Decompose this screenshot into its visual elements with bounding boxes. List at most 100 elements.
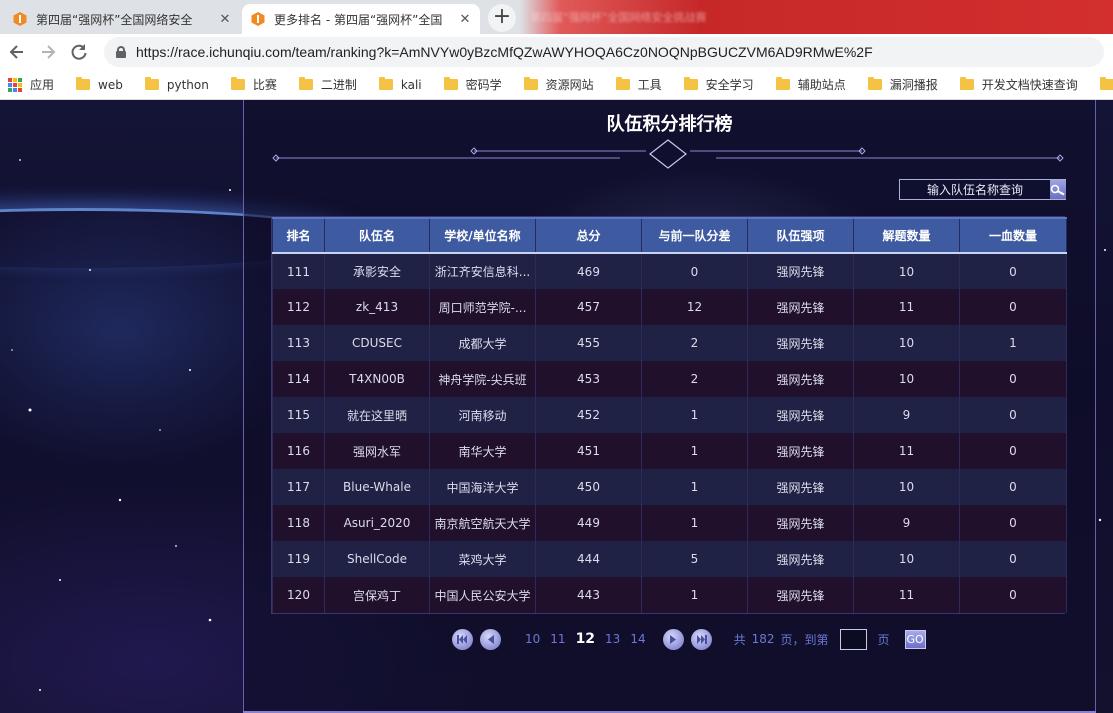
strength-cell: 强网先锋 — [747, 505, 854, 541]
page-title: 队伍积分排行榜 — [606, 114, 733, 135]
bookmark-label: 工具 — [637, 78, 662, 92]
solved-count-cell: 10 — [853, 325, 960, 361]
first-page-button[interactable] — [452, 628, 473, 650]
ranking-table: 排名 队伍名 学校/单位名称 总分 与前一队分差 队伍强项 解题数量 一血数量 … — [272, 217, 1067, 613]
new-tab-button[interactable]: + — [488, 4, 516, 32]
folder-icon — [523, 77, 538, 90]
ranking-table-container: 排名 队伍名 学校/单位名称 总分 与前一队分差 队伍强项 解题数量 一血数量 … — [271, 216, 1067, 614]
folder-icon — [230, 77, 245, 90]
first-blood-cell: 0 — [959, 397, 1067, 433]
column-header-score-gap[interactable]: 与前一队分差 — [641, 217, 748, 254]
next-page-icon — [670, 634, 677, 644]
school-cell: 中国人民公安大学 — [429, 577, 536, 613]
total-score-cell: 449 — [535, 505, 642, 541]
first-blood-cell: 0 — [959, 541, 1067, 577]
column-header-total-score[interactable]: 总分 — [535, 217, 642, 254]
bookmark-apps[interactable]: 应用 — [8, 76, 54, 93]
column-header-rank[interactable]: 排名 — [272, 217, 325, 254]
panel-bottom-border — [243, 700, 1096, 713]
bookmark-kali[interactable]: kali — [378, 77, 422, 92]
team-name-cell[interactable]: 就在这里晒 — [324, 397, 430, 433]
column-header-team-name[interactable]: 队伍名 — [324, 217, 430, 254]
total-pages: 182 — [751, 632, 775, 646]
solved-count-cell: 10 — [853, 253, 960, 289]
bookmark-label: 应用 — [30, 78, 55, 92]
go-button[interactable]: GO — [904, 629, 926, 649]
ichunqiu-favicon-icon — [13, 12, 27, 26]
close-tab-icon[interactable]: ✕ — [218, 12, 232, 27]
browser-tab-2[interactable]: 更多排名 - 第四届“强网杯”全国 ✕ — [242, 4, 480, 34]
solved-count-cell: 9 — [853, 397, 960, 433]
bookmark-competition[interactable]: 比赛 — [230, 76, 277, 93]
team-name-cell[interactable]: zk_413 — [324, 289, 430, 325]
browser-tab-1[interactable]: 第四届“强网杯”全国网络安全 ✕ — [4, 4, 240, 34]
school-cell: 菜鸡大学 — [429, 541, 536, 577]
first-blood-cell: 1 — [959, 325, 1067, 361]
total-score-cell: 451 — [535, 433, 642, 469]
search-button[interactable] — [1050, 180, 1066, 199]
column-header-school[interactable]: 学校/单位名称 — [429, 217, 536, 254]
rank-cell: 116 — [272, 433, 325, 469]
table-row: 120 宫保鸡丁 中国人民公安大学 443 1 强网先锋 11 0 — [272, 577, 1067, 613]
first-blood-cell: 0 — [959, 469, 1067, 505]
solved-count-cell: 10 — [853, 469, 960, 505]
back-arrow-icon[interactable] — [4, 39, 30, 65]
bookmark-vuln-news[interactable]: 漏洞播报 — [867, 76, 938, 93]
team-name-cell[interactable]: CDUSEC — [324, 325, 430, 361]
first-blood-cell: 0 — [959, 361, 1067, 397]
next-page-button[interactable] — [662, 628, 684, 650]
team-name-cell[interactable]: ShellCode — [324, 541, 430, 577]
bookmark-crypto[interactable]: 密码学 — [443, 76, 502, 93]
folder-icon — [298, 77, 313, 90]
team-search-input[interactable] — [900, 180, 1050, 199]
team-name-cell[interactable]: Blue-Whale — [324, 469, 430, 505]
team-name-cell[interactable]: Asuri_2020 — [324, 505, 430, 541]
table-row: 118 Asuri_2020 南京航空航天大学 449 1 强网先锋 9 0 — [272, 505, 1067, 541]
bookmark-docker[interactable]: docker — [1099, 77, 1113, 92]
bookmark-dev-docs[interactable]: 开发文档快速查询 — [959, 76, 1078, 93]
bookmark-web[interactable]: web — [76, 77, 123, 92]
close-tab-icon[interactable]: ✕ — [458, 12, 472, 27]
team-name-cell[interactable]: 强网水军 — [324, 433, 430, 469]
score-gap-cell: 2 — [641, 361, 748, 397]
prev-page-button[interactable] — [480, 628, 501, 650]
team-name-cell[interactable]: 承影安全 — [324, 253, 430, 289]
team-name-cell[interactable]: T4XN00B — [324, 361, 430, 397]
score-gap-cell: 1 — [641, 397, 748, 433]
school-cell: 神舟学院-尖兵班 — [429, 361, 536, 397]
page-link-14[interactable]: 14 — [630, 632, 645, 646]
column-header-first-blood[interactable]: 一血数量 — [959, 217, 1067, 254]
lock-icon — [116, 46, 126, 58]
rank-cell: 114 — [272, 361, 325, 397]
bookmark-binary[interactable]: 二进制 — [298, 76, 357, 93]
bookmarks-bar: 应用 web python 比赛 二进制 kali 密码学 资源网站 工具 安全… — [0, 70, 1113, 100]
goto-page-input[interactable] — [839, 628, 867, 650]
address-bar[interactable]: https://race.ichunqiu.com/team/ranking?k… — [104, 37, 1104, 67]
last-page-button[interactable] — [690, 628, 712, 650]
browser-tab-strip: 第四届“强网杯”全国网络安全 ✕ 更多排名 - 第四届“强网杯”全国 ✕ + 第… — [0, 0, 1113, 34]
team-name-cell[interactable]: 宫保鸡丁 — [324, 577, 430, 613]
bookmark-tools[interactable]: 工具 — [615, 76, 662, 93]
rank-cell: 118 — [272, 505, 325, 541]
rank-cell: 113 — [272, 325, 325, 361]
folder-icon — [144, 77, 159, 90]
bookmark-label: 资源网站 — [545, 78, 594, 92]
reload-icon[interactable] — [66, 39, 92, 65]
rank-cell: 115 — [272, 397, 325, 433]
page-link-13[interactable]: 13 — [605, 632, 620, 646]
forward-arrow-icon[interactable] — [35, 39, 61, 65]
page-link-10[interactable]: 10 — [525, 632, 540, 646]
bookmark-helper-sites[interactable]: 辅助站点 — [775, 76, 846, 93]
total-suffix: 页，到第 — [780, 632, 829, 647]
folder-icon — [378, 77, 393, 90]
page-link-current[interactable]: 12 — [576, 631, 595, 647]
score-gap-cell: 1 — [641, 577, 748, 613]
bookmark-security-study[interactable]: 安全学习 — [683, 76, 754, 93]
column-header-solved-count[interactable]: 解题数量 — [853, 217, 960, 254]
page-link-11[interactable]: 11 — [550, 632, 565, 646]
strength-cell: 强网先锋 — [747, 325, 854, 361]
bookmark-resources[interactable]: 资源网站 — [523, 76, 594, 93]
bookmark-label: 二进制 — [320, 78, 357, 92]
column-header-strength[interactable]: 队伍强项 — [747, 217, 854, 254]
bookmark-python[interactable]: python — [144, 77, 209, 92]
